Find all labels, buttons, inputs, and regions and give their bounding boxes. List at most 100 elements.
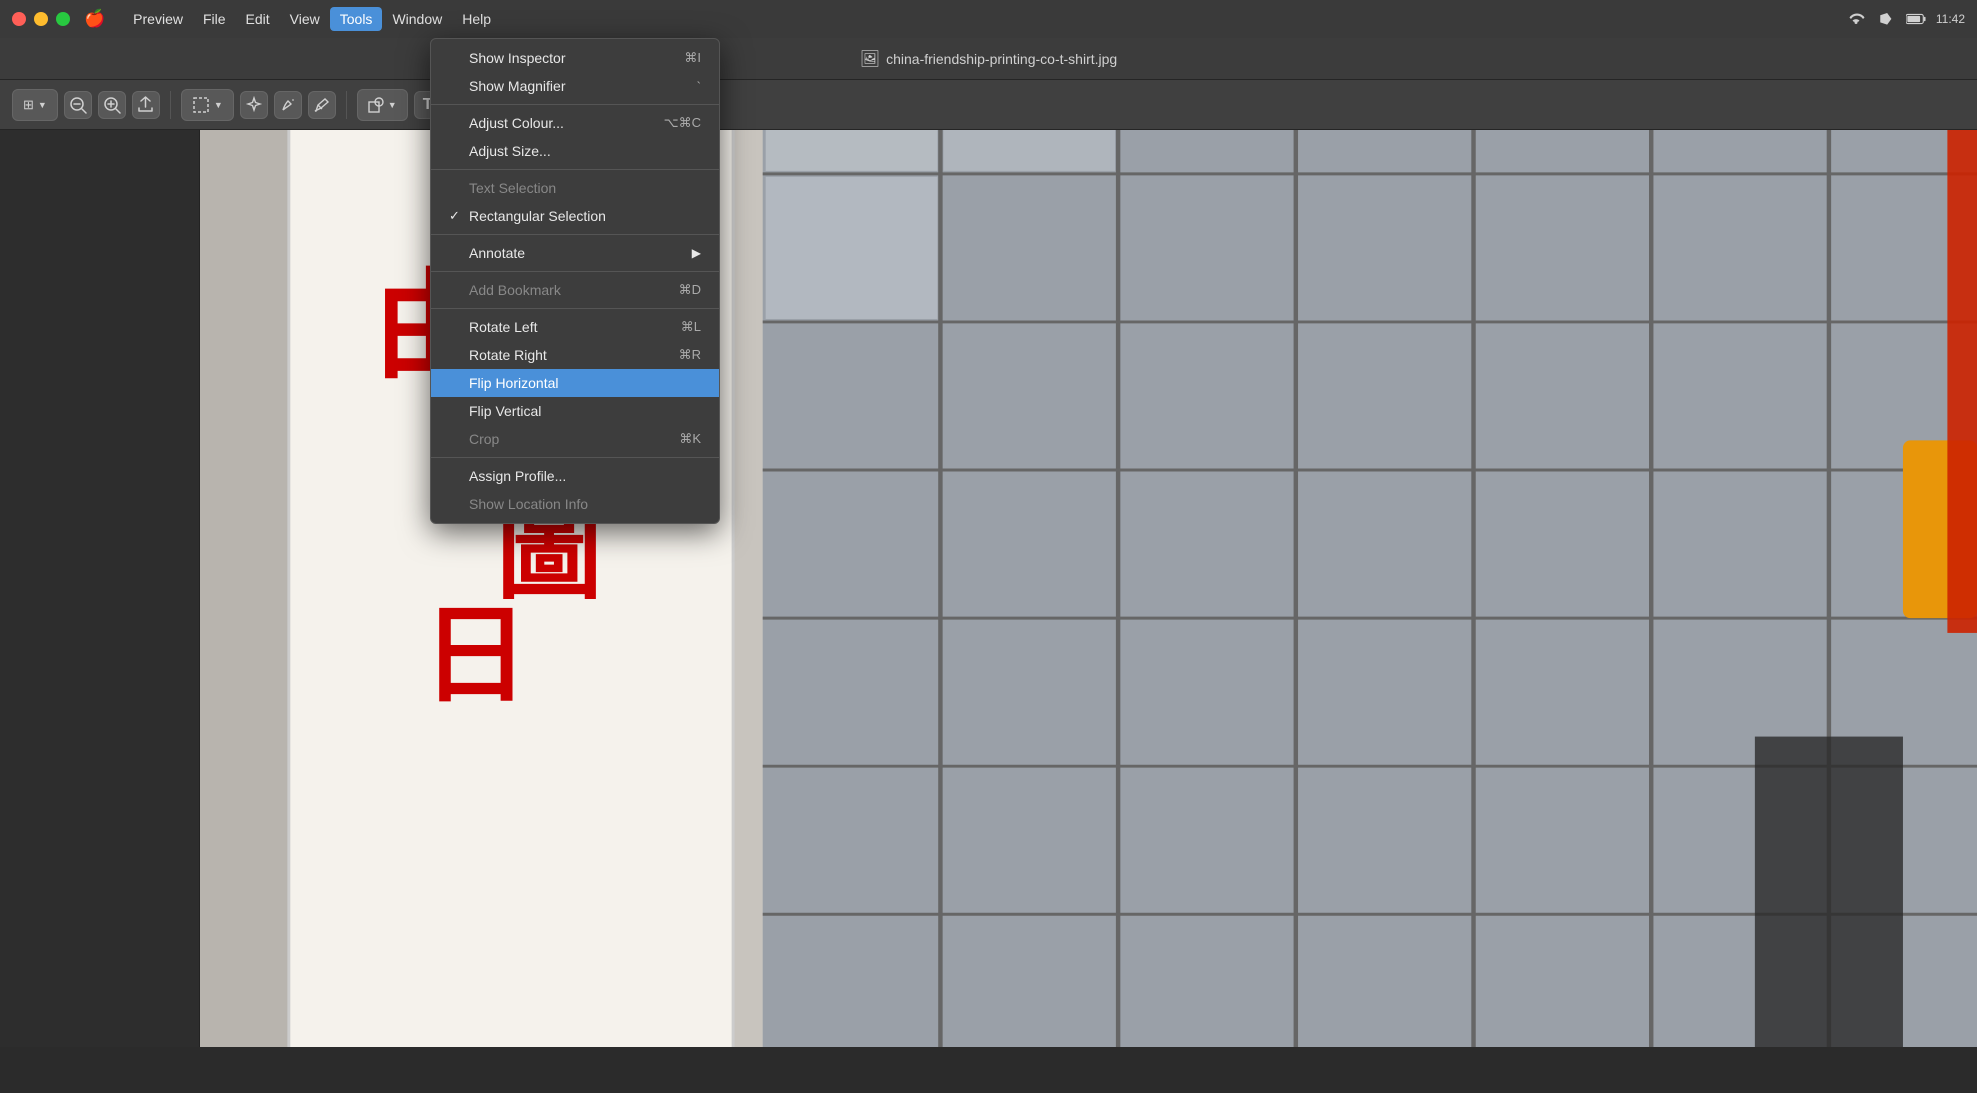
rotate-left-shortcut: ⌘L <box>681 319 701 335</box>
tools-dropdown: Show Inspector ⌘I Show Magnifier ` Adjus… <box>430 38 720 524</box>
menu-edit[interactable]: Edit <box>236 7 280 31</box>
zoom-in-button[interactable] <box>98 91 126 119</box>
add-bookmark-shortcut: ⌘D <box>679 282 701 298</box>
rotate-right-shortcut: ⌘R <box>679 347 701 363</box>
clock: 11:42 <box>1936 12 1965 26</box>
annotate-label: Annotate <box>469 245 525 261</box>
checkmark-placeholder3 <box>449 116 467 131</box>
add-bookmark-label: Add Bookmark <box>469 282 561 298</box>
separator-1 <box>431 104 719 105</box>
selection-tool-button[interactable]: ▼ <box>181 89 234 121</box>
checkmark-placeholder6 <box>449 246 467 261</box>
show-magnifier-label: Show Magnifier <box>469 78 566 94</box>
separator-6 <box>431 457 719 458</box>
separator-5 <box>431 308 719 309</box>
separator-4 <box>431 271 719 272</box>
adjust-colour-label: Adjust Colour... <box>469 115 564 131</box>
checkmark-placeholder4 <box>449 144 467 159</box>
menu-show-inspector[interactable]: Show Inspector ⌘I <box>431 44 719 72</box>
shapes-arrow-icon: ▼ <box>388 100 397 110</box>
rotate-right-label: Rotate Right <box>469 347 547 363</box>
rotate-left-label: Rotate Left <box>469 319 538 335</box>
checkmark-placeholder7 <box>449 283 467 298</box>
show-inspector-shortcut: ⌘I <box>684 50 701 66</box>
checkmark-placeholder9 <box>449 348 467 363</box>
adjust-colour-shortcut: ⌥⌘C <box>664 115 701 131</box>
menu-bar: 🍎 Preview File Edit View Tools Window He… <box>0 0 1977 38</box>
bluetooth-icon[interactable]: ⭓ <box>1876 9 1896 29</box>
crop-label: Crop <box>469 431 499 447</box>
menu-annotate[interactable]: Annotate ▶ <box>431 239 719 267</box>
menubar-right-icons: ⭓ 11:42 <box>1846 9 1965 29</box>
checkmark-placeholder5 <box>449 181 467 196</box>
flip-horizontal-label: Flip Horizontal <box>469 375 558 391</box>
menu-preview[interactable]: Preview <box>123 7 193 31</box>
toolbar-row1: ⊞ ▼ ▼ ▼ T <box>0 80 1977 130</box>
separator-3 <box>431 234 719 235</box>
menu-window[interactable]: Window <box>382 7 452 31</box>
show-inspector-label: Show Inspector <box>469 50 566 66</box>
close-button[interactable] <box>12 12 26 26</box>
checkmark-placeholder11 <box>449 404 467 419</box>
checkmark-placeholder13 <box>449 469 467 484</box>
menu-add-bookmark[interactable]: Add Bookmark ⌘D <box>431 276 719 304</box>
crop-shortcut: ⌘K <box>679 431 701 447</box>
chevron-down-icon: ▼ <box>38 100 47 110</box>
checkmark-placeholder <box>449 51 467 66</box>
zoom-out-button[interactable] <box>64 91 92 119</box>
menu-flip-horizontal[interactable]: Flip Horizontal <box>431 369 719 397</box>
rectangular-selection-label: Rectangular Selection <box>469 208 606 224</box>
shapes-button[interactable]: ▼ <box>357 89 408 121</box>
toolbar-separator-1 <box>170 91 171 119</box>
maximize-button[interactable] <box>56 12 70 26</box>
adjust-size-label: Adjust Size... <box>469 143 551 159</box>
sketch-tool-button[interactable] <box>274 91 302 119</box>
menu-adjust-size[interactable]: Adjust Size... <box>431 137 719 165</box>
menu-rectangular-selection[interactable]: ✓ Rectangular Selection <box>431 202 719 230</box>
menu-adjust-colour[interactable]: Adjust Colour... ⌥⌘C <box>431 109 719 137</box>
menu-help[interactable]: Help <box>452 7 501 31</box>
menu-file[interactable]: File <box>193 7 236 31</box>
menu-show-location-info[interactable]: Show Location Info <box>431 490 719 518</box>
svg-text:日: 日 <box>422 598 529 716</box>
checkmark-placeholder14 <box>449 497 467 512</box>
wifi-icon[interactable] <box>1846 9 1866 29</box>
traffic-lights <box>12 12 70 26</box>
title-bar: 🖼 china-friendship-printing-co-t-shirt.j… <box>0 38 1977 80</box>
separator-2 <box>431 169 719 170</box>
view-toggle-button[interactable]: ⊞ ▼ <box>12 89 58 121</box>
text-selection-label: Text Selection <box>469 180 556 196</box>
menu-show-magnifier[interactable]: Show Magnifier ` <box>431 72 719 100</box>
checkmark-icon: ✓ <box>449 208 467 224</box>
submenu-arrow-icon: ▶ <box>692 246 701 260</box>
view-toggle-icon: ⊞ <box>23 97 34 113</box>
menu-text-selection[interactable]: Text Selection <box>431 174 719 202</box>
window-title: 🖼 china-friendship-printing-co-t-shirt.j… <box>860 49 1117 69</box>
menu-rotate-left[interactable]: Rotate Left ⌘L <box>431 313 719 341</box>
assign-profile-label: Assign Profile... <box>469 468 566 484</box>
menu-view[interactable]: View <box>280 7 330 31</box>
file-icon: 🖼 <box>860 49 880 69</box>
menu-flip-vertical[interactable]: Flip Vertical <box>431 397 719 425</box>
sidebar <box>0 130 200 1047</box>
draw-tool-button[interactable] <box>308 91 336 119</box>
minimize-button[interactable] <box>34 12 48 26</box>
magic-select-button[interactable] <box>240 91 268 119</box>
checkmark-placeholder10 <box>449 376 467 391</box>
checkmark-placeholder12 <box>449 432 467 447</box>
share-button[interactable] <box>132 91 160 119</box>
menu-crop[interactable]: Crop ⌘K <box>431 425 719 453</box>
menu-tools[interactable]: Tools <box>330 7 383 31</box>
checkmark-placeholder8 <box>449 320 467 335</box>
file-name: china-friendship-printing-co-t-shirt.jpg <box>886 51 1117 67</box>
menu-rotate-right[interactable]: Rotate Right ⌘R <box>431 341 719 369</box>
apple-menu[interactable]: 🍎 <box>84 9 105 29</box>
show-location-info-label: Show Location Info <box>469 496 588 512</box>
toolbar-separator-2 <box>346 91 347 119</box>
selection-arrow-icon: ▼ <box>214 100 223 110</box>
flip-vertical-label: Flip Vertical <box>469 403 541 419</box>
battery-icon[interactable] <box>1906 9 1926 29</box>
checkmark-placeholder2 <box>449 79 467 94</box>
main-area: 由 圖 日 圖 日 <box>0 130 1977 1047</box>
menu-assign-profile[interactable]: Assign Profile... <box>431 462 719 490</box>
